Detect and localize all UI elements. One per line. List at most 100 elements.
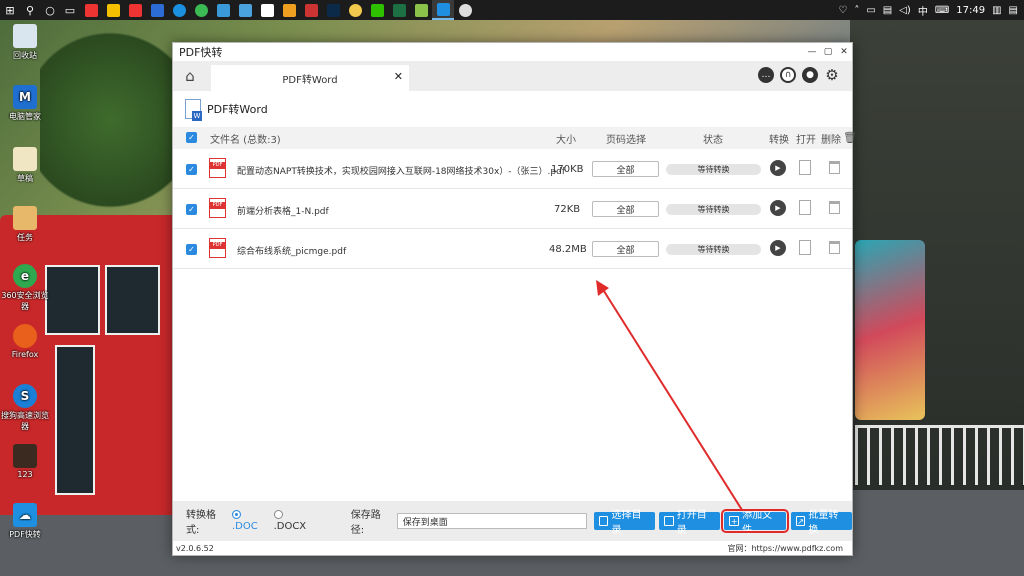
format-doc-radio[interactable]: .DOC (232, 510, 268, 532)
open-file-icon[interactable] (799, 160, 811, 175)
radio-selected-icon (232, 510, 241, 519)
taskbar-app-4[interactable] (146, 0, 168, 20)
maximize-button[interactable]: ▢ (820, 44, 836, 60)
background-graffiti (855, 240, 925, 420)
taskbar-app-11[interactable] (300, 0, 322, 20)
header-open: 打开 (796, 134, 816, 146)
format-docx-radio[interactable]: .DOCX (273, 510, 316, 532)
file-checkbox[interactable]: ✓ (186, 204, 197, 215)
page-select-button[interactable]: 全部 (592, 241, 659, 257)
file-name: 前端分析表格_1-N.pdf (237, 207, 329, 217)
choose-dir-button[interactable]: 选择目录 (593, 510, 656, 536)
window-footer: v2.0.6.52 官网：https://www.pdfkz.com (173, 541, 852, 555)
tab-close-icon[interactable]: ✕ (394, 70, 403, 83)
page-select-button[interactable]: 全部 (592, 201, 659, 217)
clear-all-trash-icon[interactable]: 🗑 (843, 131, 857, 144)
play-icon[interactable]: ▶ (770, 240, 786, 256)
open-file-icon[interactable] (799, 240, 811, 255)
file-size: 170KB (551, 164, 584, 175)
desktop-icon-label: 123 (17, 470, 33, 479)
taskbar-app-2[interactable] (102, 0, 124, 20)
volume-icon[interactable]: ◁) (899, 5, 911, 16)
header-filename: 文件名 (总数:3) (210, 134, 281, 146)
task-view-icon[interactable]: ▭ (60, 0, 80, 20)
page-select-button[interactable]: 全部 (592, 161, 659, 177)
input-mode-icon[interactable]: ⌨ (935, 5, 949, 16)
desktop-icon-firefox[interactable]: Firefox (0, 324, 52, 359)
file-size: 72KB (554, 204, 581, 215)
clock[interactable]: 17:49 (956, 5, 985, 16)
desktop-icon-sogou-browser[interactable]: S 搜狗高速浏览器 (0, 384, 52, 432)
desktop-icon-360-browser[interactable]: e 360安全浏览器 (0, 264, 52, 312)
excel-icon[interactable] (388, 0, 410, 20)
chevron-up-icon[interactable]: ˄ (854, 5, 859, 16)
batch-convert-button[interactable]: ↗ 批量转换 (790, 510, 852, 536)
photoshop-icon[interactable] (322, 0, 344, 20)
desktop-icon-pdfkz[interactable]: ☁ PDF快转 (0, 503, 52, 540)
tab-label: PDF转Word (282, 74, 338, 86)
pdfkz-taskbar-icon[interactable] (432, 0, 454, 20)
trash-icon[interactable] (829, 241, 840, 254)
header-pages: 页码选择 (606, 134, 646, 146)
headset-icon[interactable]: ∩ (780, 67, 796, 83)
save-path-field[interactable]: 保存到桌面 (396, 513, 587, 529)
taskbar: ⊞ ⚲ ○ ▭ ♡ ˄ ▭ ▤ ◁) 中 ⌨ 17:49 ▥ ▤ (0, 0, 1024, 20)
notification-icon[interactable]: ▤ (1009, 5, 1018, 16)
window-titlebar[interactable]: PDF快转 — ▢ ✕ (173, 43, 852, 61)
desktop-icon-123[interactable]: 123 (0, 444, 52, 479)
cortana-icon[interactable]: ○ (40, 0, 60, 20)
taskbar-app-18[interactable] (454, 0, 476, 20)
format-label: 转换格式: (186, 510, 216, 536)
edge-icon[interactable] (168, 0, 190, 20)
network-icon[interactable]: ▤ (883, 5, 892, 16)
desktop-icon-draft[interactable]: 草稿 (0, 147, 52, 184)
desktop-icon-recycle-bin[interactable]: 回收站 (0, 24, 52, 61)
firefox-icon (13, 324, 37, 348)
gear-icon[interactable]: ⚙ (824, 66, 840, 84)
open-file-icon[interactable] (799, 200, 811, 215)
taskbar-app-3[interactable] (124, 0, 146, 20)
chrome-icon[interactable] (190, 0, 212, 20)
heart-icon[interactable]: ♡ (838, 5, 847, 16)
user-icon[interactable]: ● (802, 67, 818, 83)
taskbar-app-1[interactable] (80, 0, 102, 20)
home-icon[interactable]: ⌂ (173, 61, 207, 91)
play-icon[interactable]: ▶ (770, 160, 786, 176)
start-icon[interactable]: ⊞ (0, 0, 20, 20)
document-icon (13, 147, 37, 171)
play-icon[interactable]: ▶ (770, 200, 786, 216)
file-checkbox[interactable]: ✓ (186, 244, 197, 255)
select-all-checkbox[interactable]: ✓ (186, 132, 197, 143)
open-dir-button[interactable]: 打开目录 (659, 510, 721, 536)
taskbar-app-13[interactable] (344, 0, 366, 20)
file-checkbox[interactable]: ✓ (186, 164, 197, 175)
search-icon[interactable]: ⚲ (20, 0, 40, 20)
desktop-icon-label: 回收站 (13, 51, 37, 60)
wechat-icon[interactable] (366, 0, 388, 20)
close-window-button[interactable]: ✕ (836, 44, 852, 60)
taskbar-app-8[interactable] (234, 0, 256, 20)
desktop-icon-pc-manager[interactable]: M 电脑管家 (0, 85, 52, 122)
folder-icon (13, 206, 37, 230)
taskbar-app-10[interactable] (278, 0, 300, 20)
radio-icon (273, 510, 283, 519)
desktop-toggle-icon[interactable]: ▥ (992, 5, 1001, 16)
battery-icon[interactable]: ▭ (866, 5, 875, 16)
add-file-button[interactable]: + 添加文件 (721, 509, 789, 536)
minimize-button[interactable]: — (804, 44, 820, 60)
taskbar-app-16[interactable] (410, 0, 432, 20)
version-label: v2.0.6.52 (176, 543, 214, 553)
desktop-icon-label: 草稿 (17, 174, 33, 183)
file-name: 配置动态NAPT转换技术，实现校园网接入互联网-18网络技术30x）-（张三）.… (237, 167, 565, 177)
trash-icon[interactable] (829, 161, 840, 174)
section-header: PDF转Word (173, 91, 852, 127)
taskbar-app-7[interactable] (212, 0, 234, 20)
desktop-icon-task[interactable]: 任务 (0, 206, 52, 243)
taskbar-app-9[interactable] (256, 0, 278, 20)
tab-pdf-to-word[interactable]: PDF转Word ✕ (211, 65, 409, 91)
website-link[interactable]: 官网：https://www.pdfkz.com (727, 543, 849, 554)
ime-indicator[interactable]: 中 (918, 3, 928, 18)
tab-bar: ⌂ PDF转Word ✕ … ∩ ● ⚙ (173, 61, 852, 91)
trash-icon[interactable] (829, 201, 840, 214)
chat-icon[interactable]: … (758, 67, 774, 83)
